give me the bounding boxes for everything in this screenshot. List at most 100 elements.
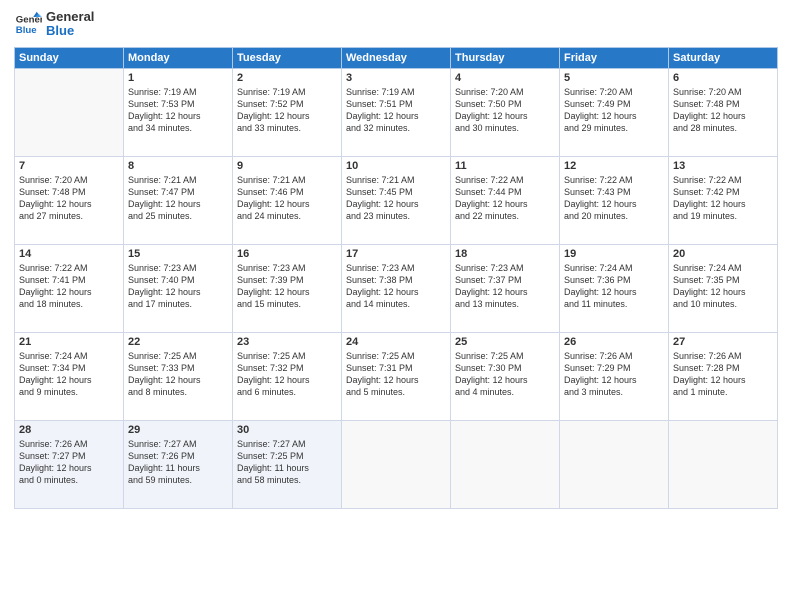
day-cell: 30 Sunrise: 7:27 AM Sunset: 7:25 PM Dayli…	[233, 420, 342, 508]
day-number: 17	[346, 248, 446, 260]
day-cell: 5Sunrise: 7:20 AM Sunset: 7:49 PM Daylig…	[560, 68, 669, 156]
day-info: Sunrise: 7:19 AM Sunset: 7:52 PM Dayligh…	[237, 86, 337, 135]
day-info: Sunrise: 7:25 AM Sunset: 7:32 PM Dayligh…	[237, 350, 337, 399]
day-info: Sunrise: 7:19 AM Sunset: 7:51 PM Dayligh…	[346, 86, 446, 135]
day-cell	[451, 420, 560, 508]
week-row-5: 28 Sunrise: 7:26 AM Sunset: 7:27 PM Dayli…	[15, 420, 778, 508]
day-info: Sunrise: 7:25 AM Sunset: 7:30 PM Dayligh…	[455, 350, 555, 399]
day-number: 10	[346, 160, 446, 172]
day-cell: 1 Sunrise: 7:19 AM Sunset: 7:53 PM Daylig…	[124, 68, 233, 156]
header-cell-friday: Friday	[560, 47, 669, 68]
day-cell: 11 Sunrise: 7:22 AM Sunset: 7:44 PM Dayli…	[451, 156, 560, 244]
day-info: Sunrise: 7:23 AM Sunset: 7:39 PM Dayligh…	[237, 262, 337, 311]
day-cell: 7Sunrise: 7:20 AM Sunset: 7:48 PM Daylig…	[15, 156, 124, 244]
day-info: Sunrise: 7:23 AM Sunset: 7:38 PM Dayligh…	[346, 262, 446, 311]
header-cell-wednesday: Wednesday	[342, 47, 451, 68]
day-info: Sunrise: 7:22 AM Sunset: 7:44 PM Dayligh…	[455, 174, 555, 223]
day-number: 6	[673, 72, 773, 84]
day-cell: 17 Sunrise: 7:23 AM Sunset: 7:38 PM Dayli…	[342, 244, 451, 332]
day-info: Sunrise: 7:27 AM Sunset: 7:26 PM Dayligh…	[128, 438, 228, 487]
day-info: Sunrise: 7:26 AM Sunset: 7:28 PM Dayligh…	[673, 350, 773, 399]
day-number: 29	[128, 424, 228, 436]
day-cell: 23Sunrise: 7:25 AM Sunset: 7:32 PM Dayli…	[233, 332, 342, 420]
day-info: Sunrise: 7:27 AM Sunset: 7:25 PM Dayligh…	[237, 438, 337, 487]
logo-text-line1: General	[46, 10, 94, 24]
day-number: 26	[564, 336, 664, 348]
day-info: Sunrise: 7:25 AM Sunset: 7:31 PM Dayligh…	[346, 350, 446, 399]
header-cell-saturday: Saturday	[669, 47, 778, 68]
day-cell: 6Sunrise: 7:20 AM Sunset: 7:48 PM Daylig…	[669, 68, 778, 156]
header-cell-thursday: Thursday	[451, 47, 560, 68]
day-number: 27	[673, 336, 773, 348]
day-number: 12	[564, 160, 664, 172]
svg-text:Blue: Blue	[16, 25, 37, 36]
day-cell: 20 Sunrise: 7:24 AM Sunset: 7:35 PM Dayli…	[669, 244, 778, 332]
day-cell: 13 Sunrise: 7:22 AM Sunset: 7:42 PM Dayli…	[669, 156, 778, 244]
day-number: 25	[455, 336, 555, 348]
day-info: Sunrise: 7:22 AM Sunset: 7:43 PM Dayligh…	[564, 174, 664, 223]
day-info: Sunrise: 7:19 AM Sunset: 7:53 PM Dayligh…	[128, 86, 228, 135]
day-cell: 9 Sunrise: 7:21 AM Sunset: 7:46 PM Daylig…	[233, 156, 342, 244]
day-cell	[15, 68, 124, 156]
day-cell	[669, 420, 778, 508]
day-cell: 22Sunrise: 7:25 AM Sunset: 7:33 PM Dayli…	[124, 332, 233, 420]
calendar-table: SundayMondayTuesdayWednesdayThursdayFrid…	[14, 47, 778, 509]
day-info: Sunrise: 7:21 AM Sunset: 7:46 PM Dayligh…	[237, 174, 337, 223]
week-row-2: 7Sunrise: 7:20 AM Sunset: 7:48 PM Daylig…	[15, 156, 778, 244]
day-info: Sunrise: 7:21 AM Sunset: 7:45 PM Dayligh…	[346, 174, 446, 223]
day-number: 28	[19, 424, 119, 436]
day-cell: 27 Sunrise: 7:26 AM Sunset: 7:28 PM Dayli…	[669, 332, 778, 420]
day-cell: 16Sunrise: 7:23 AM Sunset: 7:39 PM Dayli…	[233, 244, 342, 332]
day-cell: 28 Sunrise: 7:26 AM Sunset: 7:27 PM Dayli…	[15, 420, 124, 508]
day-info: Sunrise: 7:23 AM Sunset: 7:37 PM Dayligh…	[455, 262, 555, 311]
day-info: Sunrise: 7:26 AM Sunset: 7:27 PM Dayligh…	[19, 438, 119, 487]
day-cell: 15 Sunrise: 7:23 AM Sunset: 7:40 PM Dayli…	[124, 244, 233, 332]
day-cell: 21 Sunrise: 7:24 AM Sunset: 7:34 PM Dayli…	[15, 332, 124, 420]
day-info: Sunrise: 7:22 AM Sunset: 7:42 PM Dayligh…	[673, 174, 773, 223]
day-cell: 8 Sunrise: 7:21 AM Sunset: 7:47 PM Daylig…	[124, 156, 233, 244]
day-info: Sunrise: 7:24 AM Sunset: 7:35 PM Dayligh…	[673, 262, 773, 311]
calendar-page: General Blue General Blue SundayMondayTu…	[0, 0, 792, 612]
day-number: 9	[237, 160, 337, 172]
day-cell: 14Sunrise: 7:22 AM Sunset: 7:41 PM Dayli…	[15, 244, 124, 332]
day-number: 8	[128, 160, 228, 172]
day-cell: 2 Sunrise: 7:19 AM Sunset: 7:52 PM Daylig…	[233, 68, 342, 156]
day-number: 2	[237, 72, 337, 84]
day-cell: 10 Sunrise: 7:21 AM Sunset: 7:45 PM Dayli…	[342, 156, 451, 244]
header-cell-sunday: Sunday	[15, 47, 124, 68]
logo-text-line2: Blue	[46, 24, 94, 38]
header-cell-tuesday: Tuesday	[233, 47, 342, 68]
day-cell: 19 Sunrise: 7:24 AM Sunset: 7:36 PM Dayli…	[560, 244, 669, 332]
day-number: 20	[673, 248, 773, 260]
day-cell: 4Sunrise: 7:20 AM Sunset: 7:50 PM Daylig…	[451, 68, 560, 156]
day-number: 15	[128, 248, 228, 260]
day-info: Sunrise: 7:22 AM Sunset: 7:41 PM Dayligh…	[19, 262, 119, 311]
day-number: 5	[564, 72, 664, 84]
day-number: 30	[237, 424, 337, 436]
day-cell	[342, 420, 451, 508]
day-info: Sunrise: 7:21 AM Sunset: 7:47 PM Dayligh…	[128, 174, 228, 223]
day-cell: 12 Sunrise: 7:22 AM Sunset: 7:43 PM Dayli…	[560, 156, 669, 244]
day-number: 11	[455, 160, 555, 172]
header: General Blue General Blue	[14, 10, 778, 39]
day-number: 18	[455, 248, 555, 260]
day-info: Sunrise: 7:20 AM Sunset: 7:50 PM Dayligh…	[455, 86, 555, 135]
day-cell: 18 Sunrise: 7:23 AM Sunset: 7:37 PM Dayli…	[451, 244, 560, 332]
day-info: Sunrise: 7:24 AM Sunset: 7:36 PM Dayligh…	[564, 262, 664, 311]
day-cell: 26 Sunrise: 7:26 AM Sunset: 7:29 PM Dayli…	[560, 332, 669, 420]
day-number: 21	[19, 336, 119, 348]
day-info: Sunrise: 7:26 AM Sunset: 7:29 PM Dayligh…	[564, 350, 664, 399]
day-number: 1	[128, 72, 228, 84]
day-info: Sunrise: 7:23 AM Sunset: 7:40 PM Dayligh…	[128, 262, 228, 311]
logo-icon: General Blue	[14, 10, 42, 38]
day-info: Sunrise: 7:20 AM Sunset: 7:48 PM Dayligh…	[19, 174, 119, 223]
week-row-3: 14Sunrise: 7:22 AM Sunset: 7:41 PM Dayli…	[15, 244, 778, 332]
day-cell	[560, 420, 669, 508]
week-row-4: 21 Sunrise: 7:24 AM Sunset: 7:34 PM Dayli…	[15, 332, 778, 420]
day-info: Sunrise: 7:24 AM Sunset: 7:34 PM Dayligh…	[19, 350, 119, 399]
header-cell-monday: Monday	[124, 47, 233, 68]
day-number: 24	[346, 336, 446, 348]
day-number: 13	[673, 160, 773, 172]
day-number: 19	[564, 248, 664, 260]
day-number: 22	[128, 336, 228, 348]
